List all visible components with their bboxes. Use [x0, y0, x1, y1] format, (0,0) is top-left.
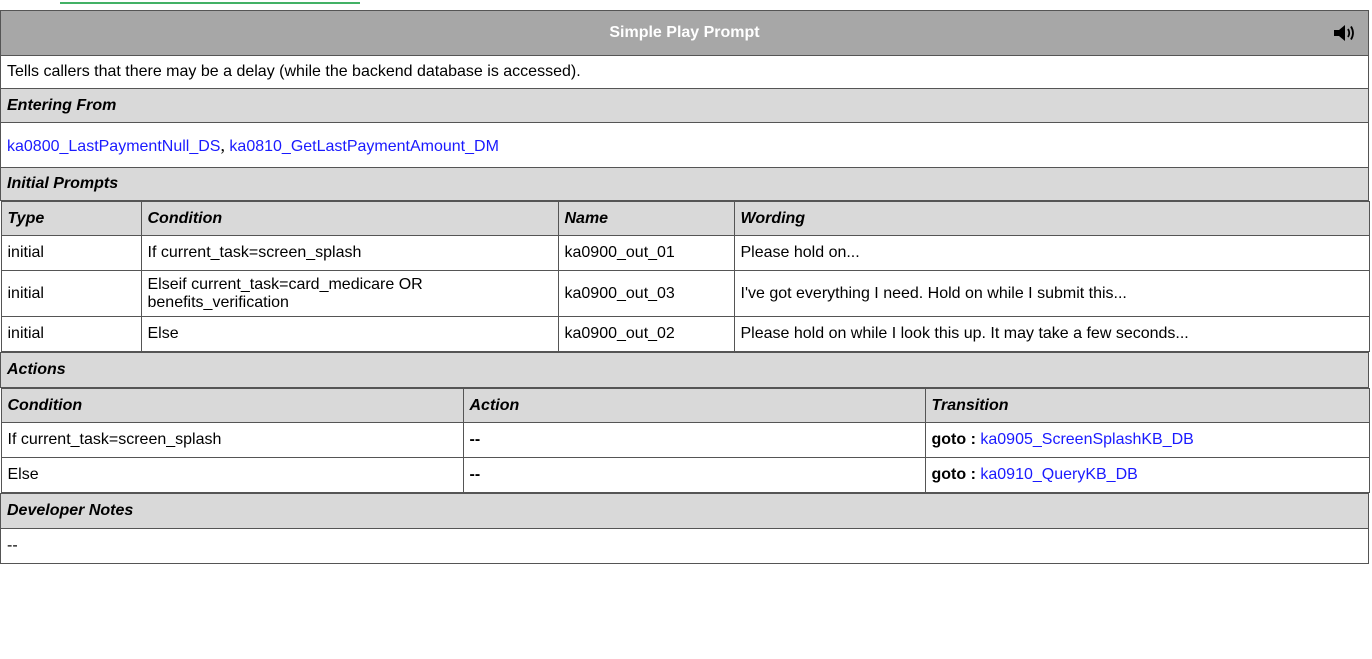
wording-cell: I've got everything I need. Hold on whil… — [733, 270, 1370, 317]
type-cell: initial — [0, 270, 142, 317]
table-row: initial Else ka0900_out_02 Please hold o… — [0, 316, 1370, 352]
transition-link[interactable]: ka0910_QueryKB_DB — [980, 466, 1137, 483]
column-header: Action — [462, 388, 926, 423]
entering-from-link[interactable]: ka0800_LastPaymentNull_DS — [7, 138, 220, 155]
title-cell: Simple Play Prompt — [0, 10, 1369, 56]
name-cell: ka0900_out_01 — [557, 235, 735, 271]
section-entering-from: Entering From — [0, 88, 1369, 123]
condition-cell: If current_task=screen_splash — [0, 422, 464, 458]
column-header: Condition — [140, 201, 559, 236]
name-cell: ka0900_out_03 — [557, 270, 735, 317]
table-row: Else -- goto : ka0910_QueryKB_DB — [0, 457, 1370, 493]
table-row: initial Elseif current_task=card_medicar… — [0, 270, 1370, 317]
column-header: Transition — [924, 388, 1370, 423]
green-underline-fragment — [60, 0, 360, 4]
action-cell: -- — [462, 457, 926, 493]
transition-cell: goto : ka0905_ScreenSplashKB_DB — [924, 422, 1370, 458]
condition-cell: Else — [0, 457, 464, 493]
speaker-icon[interactable] — [1332, 22, 1356, 44]
actions-cell: Condition Action Transition If current_t… — [0, 388, 1370, 494]
initial-prompts-table: Type Condition Name Wording initial If c… — [0, 201, 1370, 352]
table-row: initial If current_task=screen_splash ka… — [0, 235, 1370, 271]
description: Tells callers that there may be a delay … — [0, 55, 1369, 89]
wording-cell: Please hold on while I look this up. It … — [733, 316, 1370, 352]
name-cell: ka0900_out_02 — [557, 316, 735, 352]
condition-cell: Else — [140, 316, 559, 352]
condition-cell: Elseif current_task=card_medicare OR ben… — [140, 270, 559, 317]
action-cell: -- — [462, 422, 926, 458]
actions-table: Condition Action Transition If current_t… — [0, 388, 1370, 493]
column-header: Name — [557, 201, 735, 236]
section-initial-prompts: Initial Prompts — [0, 167, 1369, 201]
condition-cell: If current_task=screen_splash — [140, 235, 559, 271]
top-strip — [0, 0, 1372, 10]
section-actions: Actions — [0, 352, 1369, 388]
type-cell: initial — [0, 235, 142, 271]
page-title: Simple Play Prompt — [609, 24, 760, 41]
initial-prompts-cell: Type Condition Name Wording initial If c… — [0, 201, 1370, 353]
column-header: Condition — [0, 388, 464, 423]
goto-label: goto : — [931, 431, 976, 448]
table-row: If current_task=screen_splash -- goto : … — [0, 422, 1370, 458]
column-header: Wording — [733, 201, 1370, 236]
goto-label: goto : — [931, 466, 976, 483]
type-cell: initial — [0, 316, 142, 352]
entering-from-link[interactable]: ka0810_GetLastPaymentAmount_DM — [229, 138, 498, 155]
transition-link[interactable]: ka0905_ScreenSplashKB_DB — [980, 431, 1193, 448]
link-separator: , — [220, 134, 225, 155]
section-developer-notes: Developer Notes — [0, 493, 1369, 529]
prompt-spec-table: Simple Play Prompt Tells callers that th… — [0, 10, 1370, 564]
column-header: Type — [0, 201, 142, 236]
entering-from-links: ka0800_LastPaymentNull_DS, ka0810_GetLas… — [0, 122, 1369, 168]
wording-cell: Please hold on... — [733, 235, 1370, 271]
developer-notes-text: -- — [0, 528, 1369, 564]
transition-cell: goto : ka0910_QueryKB_DB — [924, 457, 1370, 493]
